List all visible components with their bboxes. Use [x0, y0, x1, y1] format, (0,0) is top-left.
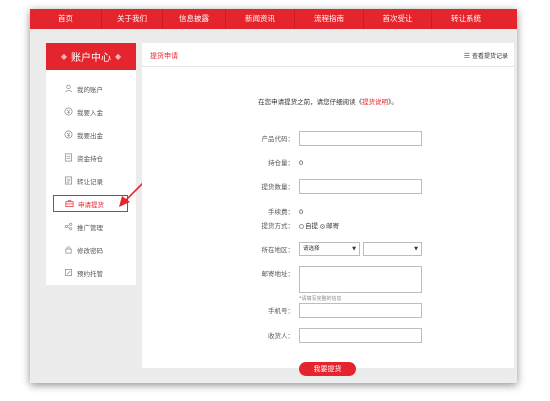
sidebar-item-label: 转让记录 — [77, 177, 103, 186]
address-textarea[interactable] — [299, 266, 422, 293]
main-panel: 提货申请 ☰ 查看提货记录 在您申请提货之前，请您仔细阅读《提货说明》。 产品代… — [142, 43, 514, 376]
sidebar-item-label: 资金持仓 — [77, 154, 103, 163]
mail-label: 邮寄 — [326, 222, 340, 230]
sidebar-item-withdraw[interactable]: 我要出金 — [53, 126, 128, 143]
sidebar-item-change-password[interactable]: 修改密码 — [53, 241, 128, 258]
product-code-label: 产品代码： — [261, 135, 295, 143]
sidebar-item-custody-booking[interactable]: 预约托管 — [53, 264, 128, 281]
quantity-row: 提货数量： — [142, 179, 514, 195]
submit-delivery-button[interactable]: 我要提货 — [299, 362, 356, 376]
receiver-input[interactable] — [299, 328, 422, 343]
nav-guide[interactable]: 流程指南 — [295, 9, 364, 29]
sidebar-title: 账户中心 — [71, 53, 111, 64]
sidebar-item-label: 预约托管 — [77, 269, 103, 278]
withdraw-icon — [63, 130, 73, 140]
mail-radio[interactable] — [320, 223, 326, 229]
phone-input[interactable] — [299, 303, 422, 318]
product-code-input[interactable] — [299, 131, 422, 146]
sidebar: ◆ 账户中心 ◆ 我的账户 我要入金 我要出金 资金持仓 转让记录 申请提货 推… — [46, 43, 136, 285]
panel-title: 提货申请 — [150, 52, 178, 60]
sidebar-item-label: 我的账户 — [77, 85, 103, 94]
sidebar-item-label: 我要入金 — [77, 108, 103, 117]
app-window: 首页 关于我们 信息披露 新闻资讯 流程指南 首次受让 转让系统 ◆ 账户中心 … — [30, 9, 517, 383]
list-icon: ☰ — [463, 51, 470, 60]
briefcase-icon — [64, 199, 74, 209]
sidebar-item-label: 我要出金 — [77, 131, 103, 140]
self-pickup-label: 自提 — [305, 222, 318, 230]
holdings-icon — [63, 153, 73, 163]
holding-value: 0 — [299, 159, 304, 167]
record-icon — [63, 176, 73, 186]
sidebar-item-label: 修改密码 — [77, 246, 103, 255]
chevron-down-icon: ▼ — [352, 246, 356, 252]
method-options: 自提 邮寄 — [299, 218, 339, 234]
sidebar-item-label: 申请提货 — [78, 200, 104, 209]
nav-about[interactable]: 关于我们 — [102, 9, 163, 29]
product-code-row: 产品代码： — [142, 131, 514, 147]
panel-header: 提货申请 ☰ 查看提货记录 — [142, 43, 514, 67]
top-nav: 首页 关于我们 信息披露 新闻资讯 流程指南 首次受让 转让系统 — [30, 9, 517, 29]
method-label: 提货方式： — [261, 222, 295, 230]
view-delivery-records-link[interactable]: ☰ 查看提货记录 — [463, 51, 508, 61]
holding-label: 持仓量： — [268, 159, 294, 167]
nav-home[interactable]: 首页 — [30, 9, 102, 29]
self-pickup-radio[interactable] — [299, 223, 304, 229]
address-row: 邮寄地址： *请填写完整的信息 — [142, 266, 514, 302]
province-select-value: 请选择 — [303, 246, 320, 252]
sidebar-item-promotion[interactable]: 推广管理 — [53, 218, 128, 235]
sidebar-item-deposit[interactable]: 我要入金 — [53, 103, 128, 120]
region-row: 所在地区： 请选择 ▼ ▼ — [142, 242, 514, 258]
region-label: 所在地区： — [261, 246, 295, 254]
share-icon — [63, 222, 73, 232]
delivery-notice: 在您申请提货之前，请您仔细阅读《提货说明》。 — [142, 96, 514, 106]
deposit-icon — [63, 107, 73, 117]
city-select[interactable]: ▼ — [363, 242, 422, 256]
calendar-edit-icon — [63, 268, 73, 278]
holding-row: 持仓量： 0 — [142, 155, 514, 171]
receiver-row: 收货人： — [142, 328, 514, 344]
method-row: 提货方式： 自提 邮寄 — [142, 218, 514, 234]
quantity-label: 提货数量： — [261, 183, 295, 191]
nav-transfer-system[interactable]: 转让系统 — [432, 9, 500, 29]
delivery-instructions-link[interactable]: 提货说明 — [362, 98, 388, 106]
view-delivery-records-label: 查看提货记录 — [471, 53, 508, 60]
nav-first-transfer[interactable]: 首次受让 — [364, 9, 432, 29]
user-icon — [63, 84, 73, 94]
sidebar-item-holdings[interactable]: 资金持仓 — [53, 149, 128, 166]
lock-icon — [63, 245, 73, 255]
chevron-down-icon: ▼ — [414, 246, 418, 252]
diamond-icon: ◆ — [115, 52, 122, 61]
diamond-icon: ◆ — [60, 52, 67, 61]
quantity-input[interactable] — [299, 179, 422, 194]
address-hint: *请填写完整的信息 — [299, 296, 342, 302]
nav-news[interactable]: 新闻资讯 — [226, 9, 295, 29]
sidebar-item-label: 推广管理 — [77, 223, 103, 232]
sidebar-header: ◆ 账户中心 ◆ — [46, 43, 136, 70]
notice-suffix: 》。 — [388, 98, 398, 106]
notice-prefix: 在您申请提货之前，请您仔细阅读《 — [258, 98, 363, 106]
nav-disclosure[interactable]: 信息披露 — [163, 9, 226, 29]
province-select[interactable]: 请选择 ▼ — [299, 242, 360, 256]
phone-row: 手机号： — [142, 303, 514, 319]
sidebar-item-my-account[interactable]: 我的账户 — [53, 80, 128, 97]
receiver-label: 收货人： — [268, 332, 294, 340]
phone-label: 手机号： — [268, 307, 294, 315]
address-label: 邮寄地址： — [261, 270, 295, 278]
